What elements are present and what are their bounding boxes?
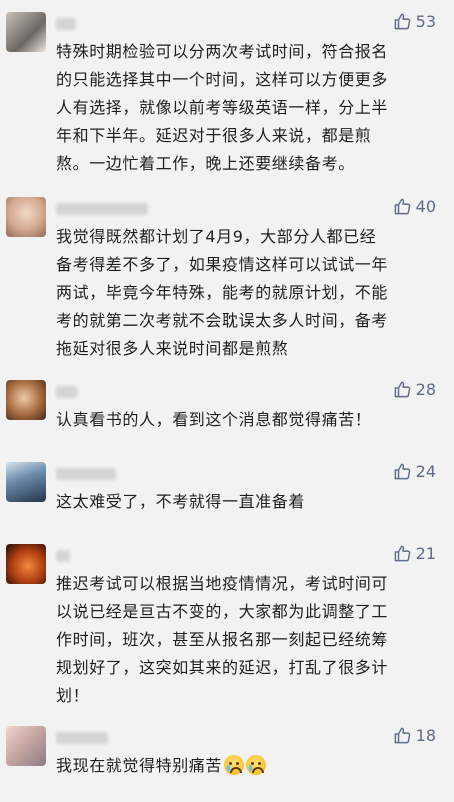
- avatar[interactable]: [6, 380, 46, 420]
- comment-line-text: 我现在就觉得特别痛苦: [56, 756, 223, 775]
- comment-item: 40 我觉得既然都计划了4月9，大部分人都已经 备考得差不多了，如果疫情这样可以…: [0, 197, 454, 358]
- comment-item: 21 推迟考试可以根据当地疫情情况，考试时间可 以说已经是亘古不变的，大家都为此…: [0, 544, 454, 705]
- comment-item: 18 我现在就觉得特别痛苦: [0, 726, 454, 796]
- thumbs-up-icon: [394, 545, 410, 562]
- comment-item: 53 特殊时期检验可以分两次考试时间，符合报名 的只能选择其中一个时间，这样可以…: [0, 12, 454, 182]
- thumbs-up-icon: [394, 727, 410, 744]
- like-button[interactable]: 24: [393, 462, 436, 481]
- like-count: 24: [415, 462, 436, 481]
- comment-text: 这太难受了，不考就得一直准备着: [56, 488, 442, 516]
- comment-line: 这太难受了，不考就得一直准备着: [56, 492, 306, 511]
- comment-line: 以说已经是亘古不变的，大家都为此调整了工: [56, 602, 389, 621]
- username-blurred[interactable]: [56, 18, 76, 30]
- thumbs-up-icon: [394, 381, 410, 398]
- comment-text: 特殊时期检验可以分两次考试时间，符合报名 的只能选择其中一个时间，这样可以方便更…: [56, 38, 442, 178]
- comment-text: 认真看书的人，看到这个消息都觉得痛苦！: [56, 406, 442, 434]
- like-count: 53: [415, 12, 436, 31]
- comment-line: 两试，毕竟今年特殊，能考的就原计划，不能: [56, 283, 389, 302]
- crying-face-emoji: [224, 755, 245, 775]
- comment-line: 的只能选择其中一个时间，这样可以方便更多: [56, 70, 389, 89]
- comment-line: 年和下半年。延迟对于很多人来说，都是煎: [56, 126, 372, 145]
- comment-item: 24 这太难受了，不考就得一直准备着: [0, 462, 454, 522]
- thumbs-up-icon: [394, 13, 410, 30]
- avatar[interactable]: [6, 12, 46, 52]
- like-count: 28: [415, 380, 436, 399]
- comment-item: 28 认真看书的人，看到这个消息都觉得痛苦！: [0, 380, 454, 440]
- comment-line: 我现在就觉得特别痛苦: [56, 752, 442, 780]
- comment-text: 我觉得既然都计划了4月9，大部分人都已经 备考得差不多了，如果疫情这样可以试试一…: [56, 223, 442, 363]
- like-button[interactable]: 40: [393, 197, 436, 216]
- username-blurred[interactable]: [56, 203, 148, 215]
- comment-line: 备考得差不多了，如果疫情这样可以试试一年: [56, 255, 389, 274]
- comment-line: 特殊时期检验可以分两次考试时间，符合报名: [56, 42, 389, 61]
- like-count: 40: [415, 197, 436, 216]
- like-count: 18: [415, 726, 436, 745]
- like-button[interactable]: 28: [393, 380, 436, 399]
- avatar[interactable]: [6, 544, 46, 584]
- comment-line: 划！: [56, 686, 90, 705]
- comment-line: 人有选择，就像以前考等级英语一样，分上半: [56, 98, 389, 117]
- comment-line: 我觉得既然都计划了4月9，大部分人都已经: [56, 227, 377, 246]
- comment-line: 作时间，班次，甚至从报名那一刻起已经统筹: [56, 630, 389, 649]
- like-count: 21: [415, 544, 436, 563]
- comment-line: 规划好了，这突如其来的延迟，打乱了很多计: [56, 658, 389, 677]
- comment-text: 我现在就觉得特别痛苦: [56, 752, 442, 780]
- avatar[interactable]: [6, 462, 46, 502]
- comment-line: 推迟考试可以根据当地疫情情况，考试时间可: [56, 574, 389, 593]
- username-blurred[interactable]: [56, 550, 70, 562]
- avatar[interactable]: [6, 197, 46, 237]
- thumbs-up-icon: [394, 463, 410, 480]
- crying-face-emoji: [246, 755, 267, 775]
- comment-line: 拖延对很多人来说时间都是煎熬: [56, 339, 289, 358]
- comment-line: 熬。一边忙着工作，晚上还要继续备考。: [56, 154, 355, 173]
- comment-line: 考的就第二次考就不会耽误太多人时间，备考: [56, 311, 389, 330]
- username-blurred[interactable]: [56, 732, 108, 744]
- like-button[interactable]: 53: [393, 12, 436, 31]
- comment-line: 认真看书的人，看到这个消息都觉得痛苦！: [56, 410, 372, 429]
- username-blurred[interactable]: [56, 468, 116, 480]
- like-button[interactable]: 18: [393, 726, 436, 745]
- avatar[interactable]: [6, 726, 46, 766]
- comment-text: 推迟考试可以根据当地疫情情况，考试时间可 以说已经是亘古不变的，大家都为此调整了…: [56, 570, 442, 710]
- thumbs-up-icon: [394, 198, 410, 215]
- username-blurred[interactable]: [56, 386, 78, 398]
- like-button[interactable]: 21: [393, 544, 436, 563]
